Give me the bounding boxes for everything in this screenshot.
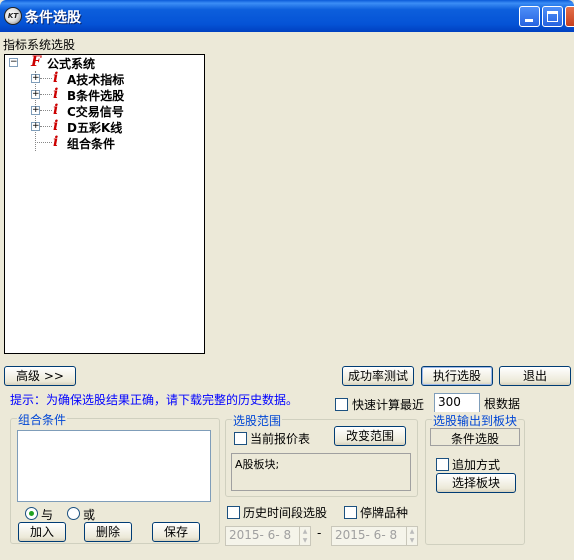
indicator-icon: i <box>53 134 59 150</box>
bar-count-suffix: 根数据 <box>484 397 521 411</box>
maximize-button[interactable] <box>542 6 563 27</box>
exit-button[interactable]: 退出 <box>499 366 571 386</box>
start-date-spinner[interactable]: ▲ ▼ <box>299 527 310 545</box>
indicator-icon: i <box>53 102 59 118</box>
delete-condition-button[interactable]: 删除 <box>84 522 132 542</box>
tree-item-label: C交易信号 <box>67 105 124 119</box>
and-radio-label: 与 <box>41 508 54 522</box>
spin-down-icon: ▼ <box>409 537 415 544</box>
fast-calc-label: 快速计算最近 <box>352 398 425 412</box>
execute-selection-button[interactable]: 执行选股 <box>421 366 493 386</box>
collapse-icon[interactable]: − <box>9 58 18 67</box>
title-bar[interactable]: KT 条件选股 <box>0 0 574 32</box>
output-block-title: 选股输出到板块 <box>432 412 519 429</box>
condition-stock-selection-window: KT 条件选股 指标系统选股 − F 公式系统 + i A技术指标 + i B条… <box>0 0 574 560</box>
range-display: A股板块; <box>231 453 411 491</box>
tree-connector-line <box>35 142 52 143</box>
success-rate-test-button[interactable]: 成功率测试 <box>342 366 414 386</box>
fast-calc-checkbox[interactable] <box>335 398 348 411</box>
date-range-separator: - <box>317 526 322 540</box>
combo-conditions-group: 组合条件 与 或 加入 删除 保存 <box>10 411 220 544</box>
tree-item-label: 组合条件 <box>67 137 116 151</box>
tree-item-label: B条件选股 <box>67 89 125 103</box>
output-block-group: 选股输出到板块 条件选股 追加方式 选择板块 <box>425 412 525 545</box>
minimize-button[interactable] <box>519 6 540 27</box>
end-date-value: 2015- 6- 8 <box>335 528 398 542</box>
tree-item-label: D五彩K线 <box>67 121 123 135</box>
append-mode-checkbox[interactable] <box>436 458 449 471</box>
download-hint-text: 提示：为确保选股结果正确，请下载完整的历史数据。 <box>10 393 299 407</box>
tree-item-label: A技术指标 <box>67 73 125 87</box>
bar-count-input[interactable]: 300 <box>434 393 480 413</box>
combo-conditions-list[interactable] <box>17 430 211 502</box>
history-period-label: 历史时间段选股 <box>243 506 328 520</box>
end-date-picker[interactable]: 2015- 6- 8 ▲ ▼ <box>331 526 418 546</box>
app-logo-icon: KT <box>4 7 22 25</box>
indicator-icon: i <box>53 118 59 134</box>
add-condition-button[interactable]: 加入 <box>18 522 66 542</box>
change-range-button[interactable]: 改变范围 <box>334 426 406 446</box>
dialog-body: 指标系统选股 − F 公式系统 + i A技术指标 + i B条件选股 + i … <box>0 32 574 560</box>
close-button[interactable] <box>565 6 574 27</box>
tree-connector-line <box>40 78 52 79</box>
expand-icon[interactable]: + <box>31 90 40 99</box>
minimize-icon <box>525 19 533 22</box>
spin-down-icon: ▼ <box>302 537 308 544</box>
expand-icon[interactable]: + <box>31 122 40 131</box>
tree-connector-line <box>40 110 52 111</box>
output-block-name: 条件选股 <box>430 428 520 446</box>
or-radio[interactable] <box>67 507 80 520</box>
start-date-value: 2015- 6- 8 <box>229 528 292 542</box>
spin-up-icon: ▲ <box>302 528 308 535</box>
selection-range-title: 选股范围 <box>232 412 283 429</box>
maximize-icon <box>547 11 558 22</box>
current-quote-label: 当前报价表 <box>250 432 311 446</box>
indicator-icon: i <box>53 70 59 86</box>
spin-up-icon: ▲ <box>409 528 415 535</box>
formula-tree[interactable]: − F 公式系统 + i A技术指标 + i B条件选股 + i C交易信号 + <box>4 54 205 354</box>
indicator-tree-header: 指标系统选股 <box>3 38 76 52</box>
combo-conditions-title: 组合条件 <box>17 411 68 428</box>
and-radio[interactable] <box>25 507 38 520</box>
expand-icon[interactable]: + <box>31 106 40 115</box>
save-condition-button[interactable]: 保存 <box>152 522 200 542</box>
tree-connector-line <box>40 94 52 95</box>
suspended-stocks-checkbox[interactable] <box>344 506 357 519</box>
indicator-icon: i <box>53 86 59 102</box>
select-block-button[interactable]: 选择板块 <box>436 473 516 493</box>
current-quote-checkbox[interactable] <box>234 432 247 445</box>
end-date-spinner[interactable]: ▲ ▼ <box>406 527 417 545</box>
tree-connector-line <box>40 126 52 127</box>
history-period-checkbox[interactable] <box>227 506 240 519</box>
formula-folder-icon: F <box>31 54 41 70</box>
suspended-stocks-label: 停牌品种 <box>360 506 409 520</box>
advanced-button[interactable]: 高级 >> <box>4 366 76 386</box>
start-date-picker[interactable]: 2015- 6- 8 ▲ ▼ <box>225 526 311 546</box>
expand-icon[interactable]: + <box>31 74 40 83</box>
append-mode-label: 追加方式 <box>452 458 501 472</box>
or-radio-label: 或 <box>83 508 96 522</box>
selection-range-group: 选股范围 当前报价表 改变范围 A股板块; <box>225 412 418 497</box>
window-title: 条件选股 <box>25 10 81 26</box>
